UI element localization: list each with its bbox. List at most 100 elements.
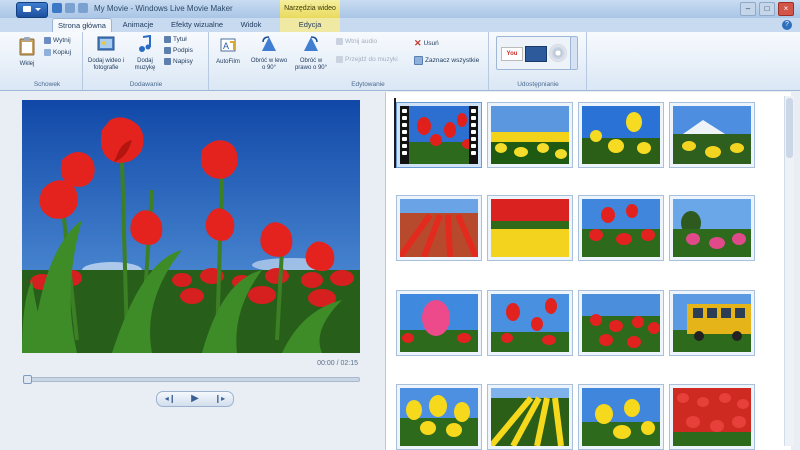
clip-thumbnail <box>400 294 478 352</box>
select-all-label: Zaznacz wszystkie <box>425 57 480 64</box>
maximize-button[interactable]: □ <box>759 2 775 16</box>
group-label-add: Dodawanie <box>129 81 163 88</box>
clip-thumbnail <box>582 388 660 446</box>
clip-thumbnail <box>673 388 751 446</box>
seek-bar[interactable] <box>23 375 360 384</box>
tab-home[interactable]: Strona główna <box>52 18 112 33</box>
rotate-right-button[interactable]: Obróć w prawo o 90° <box>292 35 330 72</box>
storyboard-clip[interactable] <box>578 102 664 168</box>
scrollbar-thumb[interactable] <box>786 98 793 158</box>
storyboard-clip[interactable] <box>669 102 755 168</box>
storyboard-clip[interactable] <box>669 195 755 261</box>
quick-access-toolbar <box>52 3 88 13</box>
storyboard-insertion-cursor <box>394 98 396 168</box>
youtube-icon[interactable]: You <box>501 47 523 61</box>
group-sharing: You Udostępnianie <box>490 32 587 90</box>
tab-edit[interactable]: Edycja <box>280 18 340 32</box>
paste-button[interactable]: Wklej <box>16 36 38 68</box>
share-gallery[interactable]: You <box>496 36 578 70</box>
storyboard-clip[interactable] <box>396 102 482 168</box>
paste-icon <box>19 37 35 56</box>
title-label: Tytuł <box>173 36 187 43</box>
automovie-label: AutoFilm <box>216 59 240 65</box>
storyboard-clip[interactable] <box>669 290 755 356</box>
select-all-icon <box>414 56 423 65</box>
storyboard-clip[interactable] <box>487 384 573 450</box>
add-videos-button[interactable]: Dodaj wideo i fotografie <box>86 35 126 72</box>
caption-label: Podpis <box>173 47 193 54</box>
edit-music-label: Wtnij audio <box>345 38 378 45</box>
snapshot-button[interactable]: Przejdź do muzyki <box>336 56 398 63</box>
storyboard-clip[interactable] <box>487 290 573 356</box>
add-video-icon <box>97 36 115 51</box>
credits-button[interactable]: Napisy <box>164 58 193 65</box>
clip-thumbnail <box>673 294 751 352</box>
remove-label: Usuń <box>423 40 439 47</box>
tab-animations[interactable]: Animacje <box>114 18 162 32</box>
select-all-button[interactable]: Zaznacz wszystkie <box>414 56 479 65</box>
tulip-photo-preview <box>22 100 360 353</box>
window-controls: – □ × <box>740 2 794 16</box>
redo-icon[interactable] <box>78 3 88 13</box>
title-button[interactable]: Tytuł <box>164 36 187 43</box>
previous-frame-icon[interactable]: ◂❙ <box>165 395 176 403</box>
share-icon[interactable] <box>525 46 547 62</box>
storyboard-clip[interactable] <box>396 195 482 261</box>
storyboard-clip[interactable] <box>396 384 482 450</box>
clip-thumbnail <box>582 106 660 164</box>
storyboard-clip[interactable] <box>396 290 482 356</box>
copy-button[interactable]: Kopiuj <box>44 49 71 56</box>
rotate-right-icon <box>304 36 318 51</box>
gallery-more-button[interactable] <box>570 37 577 69</box>
app-menu-icon <box>23 6 31 12</box>
credits-label: Napisy <box>173 58 193 65</box>
rotate-left-button[interactable]: Obróć w lewo o 90° <box>250 35 288 72</box>
remove-button[interactable]: ✕ Usuń <box>414 38 439 49</box>
cut-label: Wytnij <box>53 37 71 44</box>
add-music-label: Dodaj muzykę <box>134 58 156 71</box>
clip-thumbnail <box>400 106 478 164</box>
storyboard-clip[interactable] <box>487 102 573 168</box>
timecode: 00:00 / 02:15 <box>317 360 358 367</box>
storyboard-clip[interactable] <box>669 384 755 450</box>
movie-maker-window: My Movie - Windows Live Movie Maker Narz… <box>0 0 800 450</box>
app-menu-button[interactable] <box>16 2 48 18</box>
credits-icon <box>164 58 171 65</box>
seek-thumb[interactable] <box>23 375 32 384</box>
clip-thumbnail <box>400 199 478 257</box>
minimize-button[interactable]: – <box>740 2 756 16</box>
add-music-icon <box>139 34 151 52</box>
storyboard-scrollbar[interactable] <box>784 96 794 446</box>
window-title: My Movie - Windows Live Movie Maker <box>94 4 233 13</box>
rotate-left-icon <box>262 36 276 51</box>
storyboard-clip[interactable] <box>487 195 573 261</box>
title-icon <box>164 36 171 43</box>
cut-button[interactable]: Wytnij <box>44 37 71 44</box>
clip-thumbnail <box>673 199 751 257</box>
title-bar: My Movie - Windows Live Movie Maker Narz… <box>0 0 800 18</box>
clip-thumbnail <box>400 388 478 446</box>
add-music-button[interactable]: Dodaj muzykę <box>130 34 160 72</box>
close-button[interactable]: × <box>778 2 794 16</box>
storyboard-clip[interactable] <box>578 290 664 356</box>
edit-music-button[interactable]: Wtnij audio <box>336 38 377 45</box>
play-icon[interactable]: ▶ <box>191 394 199 404</box>
add-videos-label: Dodaj wideo i fotografie <box>87 58 125 71</box>
caption-icon <box>164 47 171 54</box>
storyboard-clip[interactable] <box>578 195 664 261</box>
rotate-left-label: Obróć w lewo o 90° <box>250 58 288 71</box>
next-frame-icon[interactable]: ❙▸ <box>214 395 225 403</box>
help-icon[interactable]: ? <box>782 20 792 30</box>
storyboard-clip[interactable] <box>578 384 664 450</box>
clip-thumbnail <box>491 388 569 446</box>
automovie-button[interactable]: A AutoFilm <box>213 36 243 66</box>
caption-button[interactable]: Podpis <box>164 47 193 54</box>
tab-view[interactable]: Widok <box>232 18 270 32</box>
rotate-right-label: Obróć w prawo o 90° <box>294 58 328 71</box>
tab-visual-effects[interactable]: Efekty wizualne <box>166 18 228 32</box>
undo-icon[interactable] <box>65 3 75 13</box>
preview-monitor[interactable] <box>22 100 360 353</box>
save-icon[interactable] <box>52 3 62 13</box>
dvd-icon[interactable] <box>549 44 567 62</box>
remove-icon: ✕ <box>414 38 422 48</box>
